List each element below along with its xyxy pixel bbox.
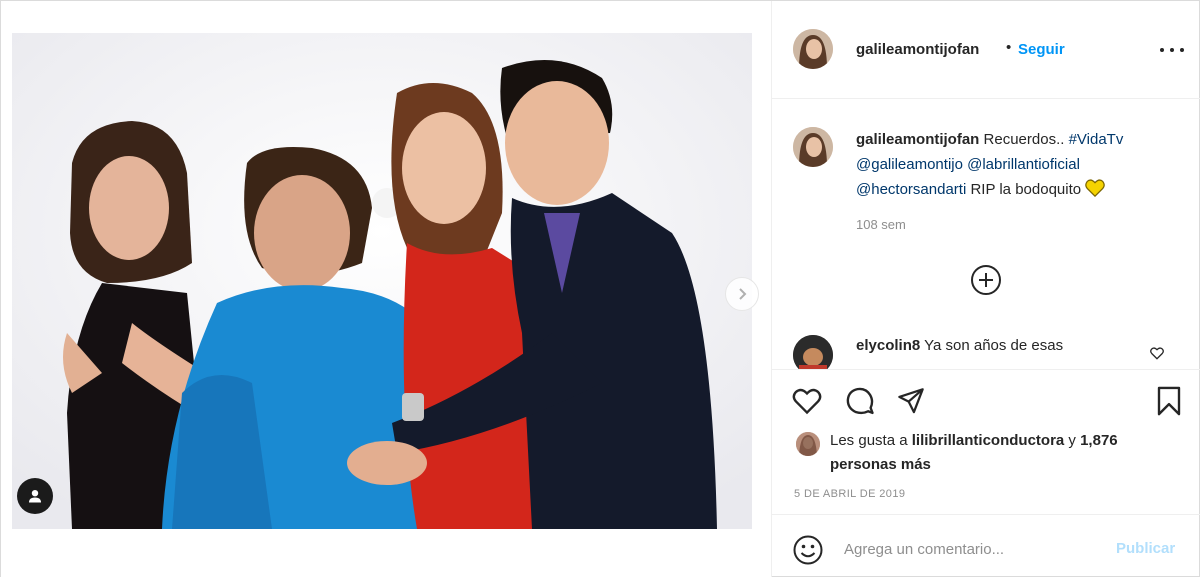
share-icon xyxy=(898,388,924,414)
bookmark-icon xyxy=(1157,386,1181,416)
next-photo-button[interactable] xyxy=(725,277,759,311)
comment-icon xyxy=(846,387,874,415)
author-username[interactable]: galileamontijofan xyxy=(856,41,979,58)
commenter-avatar[interactable] xyxy=(793,335,833,369)
caption-text: Recuerdos.. xyxy=(983,131,1065,148)
post-photo[interactable] xyxy=(12,33,752,529)
post-header: galileamontijofan • Seguir xyxy=(772,1,1200,99)
comment-username[interactable]: elycolin8 xyxy=(856,337,920,354)
comment-text: Ya son años de esas xyxy=(924,337,1064,354)
instagram-post: galileamontijofan • Seguir galileamontij… xyxy=(0,0,1200,577)
post-actions: Les gusta a lilibrillanticonductora y 1,… xyxy=(772,369,1200,514)
likes-prefix: Les gusta a xyxy=(830,432,908,449)
yellow-heart-icon xyxy=(1085,179,1106,197)
like-button[interactable] xyxy=(790,384,824,418)
share-button[interactable] xyxy=(894,384,928,418)
caption-hashtag[interactable]: #VidaTv xyxy=(1069,131,1124,148)
post-caption: galileamontijofan Recuerdos.. #VidaTv @g… xyxy=(856,127,1176,202)
load-more-comments-button[interactable] xyxy=(971,265,1001,295)
liker-username[interactable]: lilibrillanticonductora xyxy=(912,432,1065,449)
heart-icon xyxy=(792,388,822,414)
plus-circle-icon xyxy=(979,273,993,287)
comment-input[interactable] xyxy=(844,537,1104,561)
emoji-icon[interactable] xyxy=(792,534,824,566)
comments-section: galileamontijofan Recuerdos.. #VidaTv @g… xyxy=(772,99,1200,369)
liker-avatar[interactable] xyxy=(796,432,820,456)
tagged-users-button[interactable] xyxy=(17,478,53,514)
add-comment-bar: Publicar xyxy=(772,514,1200,577)
user-icon xyxy=(29,490,41,503)
caption-text-end: RIP la bodoquito xyxy=(970,181,1082,198)
more-options-icon[interactable] xyxy=(1160,41,1184,59)
publish-button[interactable]: Publicar xyxy=(1116,540,1175,557)
post-date[interactable]: 5 de abril de 2019 xyxy=(794,488,905,500)
comment-button[interactable] xyxy=(843,384,877,418)
caption-timestamp[interactable]: 108 sem xyxy=(856,217,906,232)
caption-username[interactable]: galileamontijofan xyxy=(856,131,979,148)
caption-mention[interactable]: @galileamontijo xyxy=(856,156,963,173)
comment-item: elycolin8 Ya son años de esas xyxy=(856,337,1063,354)
author-avatar[interactable] xyxy=(793,29,833,69)
likes-summary: Les gusta a lilibrillanticonductora y 1,… xyxy=(830,429,1160,477)
chevron-right-icon xyxy=(739,288,747,300)
heart-icon[interactable] xyxy=(1150,347,1164,360)
likes-conjunction: y xyxy=(1068,432,1076,449)
separator-dot: • xyxy=(1006,39,1012,56)
save-button[interactable] xyxy=(1152,384,1186,418)
caption-mention[interactable]: @hectorsandarti xyxy=(856,181,966,198)
caption-mention[interactable]: @labrillantioficial xyxy=(967,156,1080,173)
follow-button[interactable]: Seguir xyxy=(1018,41,1065,58)
post-side-panel: galileamontijofan • Seguir galileamontij… xyxy=(772,1,1200,577)
caption-author-avatar[interactable] xyxy=(793,127,833,167)
post-media-area xyxy=(1,1,772,577)
